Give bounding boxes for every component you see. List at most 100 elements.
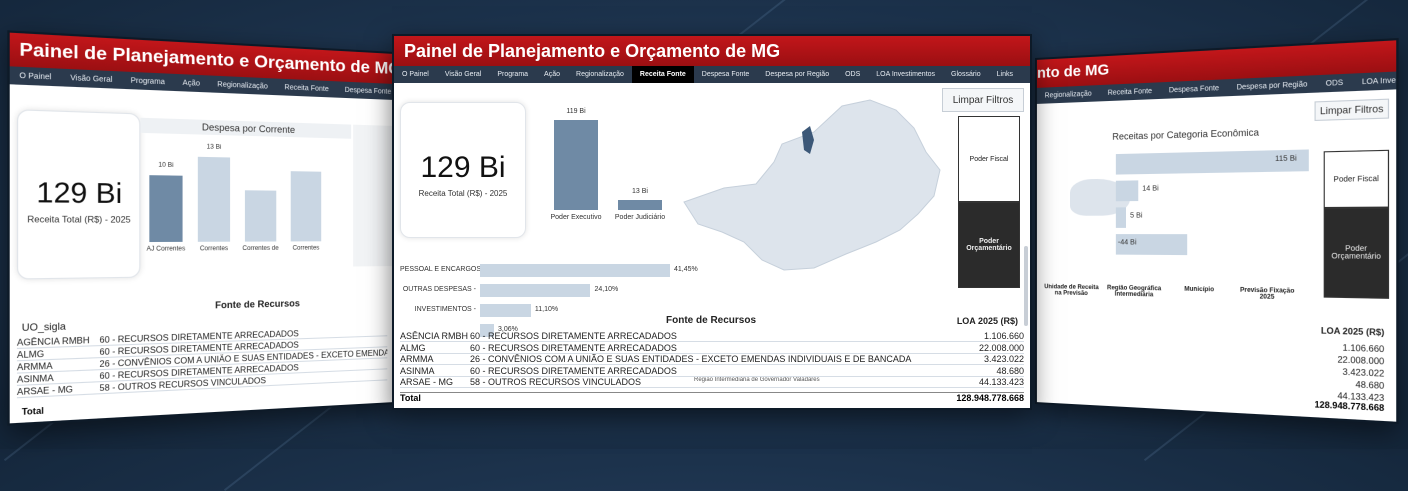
bar-label: Correntes de — [239, 246, 283, 253]
column-header: Região Geográfica Intermediária — [1102, 285, 1166, 309]
left-unit-col-header: UO_sigla — [22, 321, 66, 333]
table-cell-unit: ARSAE - MG — [400, 377, 470, 387]
slicer-poder-fiscal[interactable]: Poder Fiscal — [958, 116, 1020, 202]
bar-label: AJ Correntes — [143, 246, 189, 253]
nav-tab[interactable]: Glossário — [943, 66, 989, 83]
nav-tab[interactable]: Despesa por Região — [757, 66, 837, 83]
table-cell-unit: ASÊNCIA RMBH — [400, 331, 470, 341]
power-bar[interactable] — [554, 120, 598, 210]
bar[interactable] — [245, 190, 276, 242]
mg-state-shape — [684, 100, 940, 270]
slicer-poder-orcamentario[interactable]: Poder Orçamentário — [958, 202, 1020, 288]
table-cell-value: 22.008.000 — [914, 343, 1024, 353]
column-header: Previsão Fixação 2025 — [1233, 287, 1302, 312]
bar-value: 14 Bi — [1142, 185, 1159, 192]
nav-tab[interactable]: Despesa Fonte — [694, 66, 757, 83]
table-cell-value: 3.423.022 — [914, 354, 1024, 364]
clear-filters-button[interactable]: Limpar Filtros — [942, 88, 1024, 112]
bar[interactable] — [1116, 207, 1126, 228]
nav-tab[interactable]: Links — [989, 66, 1021, 83]
scrollbar[interactable] — [1024, 246, 1028, 326]
nav-tab[interactable]: Ação — [536, 66, 568, 83]
nav-tab[interactable]: ODS — [837, 66, 868, 83]
left-side-list — [353, 125, 392, 267]
center-dashboard-panel: Painel de Planejamento e Orçamento de MG… — [392, 34, 1032, 410]
power-bar[interactable] — [618, 200, 662, 210]
nav-tab[interactable]: Despesa por Região — [1228, 75, 1317, 96]
category-bar-label: INVESTIMENTOS - — [400, 306, 476, 313]
bar-label: Correntes — [285, 245, 328, 251]
table-cell-fonte: 60 - RECURSOS DIRETAMENTE ARRECADADOS — [470, 343, 914, 353]
nav-tab[interactable]: Ação — [174, 74, 209, 93]
category-bar-label: PESSOAL E ENCARGOS - — [400, 266, 476, 273]
bar[interactable] — [149, 176, 182, 242]
category-bar-value: 24,10% — [594, 286, 618, 293]
nav-tab[interactable]: Receita Fonte — [632, 66, 694, 83]
category-bar-label: OUTRAS DESPESAS - — [400, 286, 476, 293]
fonte-recursos-table: ASÊNCIA RMBH60 - RECURSOS DIRETAMENTE AR… — [394, 331, 1030, 391]
right-slicer-orcamentario[interactable]: Poder Orçamentário — [1324, 208, 1389, 299]
nav-tab[interactable]: Programa — [489, 66, 536, 83]
left-table-title: Fonte de Recursos — [215, 298, 300, 310]
table-total-row: Total 128.948.778.668 — [400, 392, 1024, 403]
category-bar[interactable] — [480, 264, 670, 277]
table-row[interactable]: ALMG60 - RECURSOS DIRETAMENTE ARRECADADO… — [400, 343, 1024, 354]
nav-tab[interactable]: O Painel — [10, 66, 61, 86]
nav-tab[interactable]: Regionalização — [1037, 85, 1100, 104]
bar-value: -44 Bi — [1118, 239, 1137, 246]
nav-tab[interactable]: Receita Fonte — [276, 79, 337, 98]
table-total-value: 128.948.778.668 — [894, 393, 1024, 403]
power-bar-label: Poder Executivo — [546, 214, 606, 221]
nav-tab[interactable]: Visão Geral — [437, 66, 489, 83]
nav-tab[interactable]: LOA Investimentos — [868, 66, 943, 83]
category-bar[interactable] — [480, 284, 590, 297]
bar[interactable] — [291, 171, 321, 241]
category-bar[interactable] — [480, 304, 531, 317]
column-header: Município — [1166, 286, 1233, 311]
right-bar-chart: 115 Bi14 Bi5 Bi-44 Bi — [1116, 149, 1320, 269]
right-slicer-fiscal[interactable]: Poder Fiscal — [1324, 150, 1389, 208]
table-cell-unit: ASINMA — [400, 366, 470, 376]
nav-tab[interactable]: Regionalização — [568, 66, 632, 83]
nav-tab[interactable]: Despesa Fonte — [1160, 79, 1227, 99]
nav-tab[interactable]: O Painel — [394, 66, 437, 83]
right-value-col-header: LOA 2025 (R$) — [1321, 326, 1384, 338]
table-cell-value: 48.680 — [914, 366, 1024, 376]
right-chart-title: Receitas por Categoria Econômica — [1082, 126, 1293, 143]
right-total-value: 128.948.778.668 — [1314, 400, 1384, 413]
power-bar-label: Poder Judiciário — [610, 214, 670, 221]
table-row[interactable]: ASÊNCIA RMBH60 - RECURSOS DIRETAMENTE AR… — [400, 331, 1024, 342]
table-row[interactable]: ARMMA26 - CONVÊNIOS COM A UNIÃO E SUAS E… — [400, 354, 1024, 365]
table-cell-value: 44.133.423 — [914, 377, 1024, 387]
table-row[interactable]: ASINMA60 - RECURSOS DIRETAMENTE ARRECADA… — [400, 366, 1024, 377]
table-cell-unit: ARMMA — [400, 354, 470, 364]
nav-tab[interactable]: Receita Fonte — [1100, 82, 1161, 101]
nav-tab[interactable]: Despesa Fonte — [337, 81, 393, 100]
bar-value — [291, 159, 321, 160]
nav-tab[interactable]: LOA Investimentos — [1353, 72, 1397, 92]
center-panel-title: Painel de Planejamento e Orçamento de MG — [394, 36, 1030, 66]
table-cell-fonte: 60 - RECURSOS DIRETAMENTE ARRECADADOS — [470, 366, 914, 376]
table-cell-fonte: 26 - CONVÊNIOS COM A UNIÃO E SUAS ENTIDA… — [470, 354, 914, 364]
nav-tab[interactable]: Programa — [122, 71, 174, 91]
nav-tab[interactable]: Regionalização — [209, 75, 277, 95]
table-cell-unit: ARSAE - MG — [17, 383, 99, 397]
table-cell-unit: ALMG — [400, 343, 470, 353]
table-row[interactable]: ARSAE - MG58 - OUTROS RECURSOS VINCULADO… — [400, 377, 1024, 388]
table-cell-fonte: 58 - OUTROS RECURSOS VINCULADOS — [470, 377, 914, 387]
left-table: AGÊNCIA RMBH60 - RECURSOS DIRETAMENTE AR… — [10, 326, 393, 405]
mg-region-map[interactable] — [664, 92, 964, 282]
right-table-header: Unidade de Receita na PrevisãoRegião Geo… — [1041, 284, 1302, 312]
left-dashboard-panel: Painel de Planejamento e Orçamento de MG… — [7, 30, 395, 425]
table-cell-unit: ASINMA — [17, 371, 99, 385]
nav-tab[interactable]: ODS — [1317, 74, 1353, 93]
right-clear-filters-button[interactable]: Limpar Filtros — [1315, 99, 1390, 121]
table-cell-unit: ARMMA — [17, 359, 99, 372]
center-kpi-card: 129 Bi Receita Total (R$) - 2025 — [400, 102, 526, 238]
bar[interactable] — [1116, 180, 1138, 201]
bar-value: 5 Bi — [1130, 212, 1142, 219]
bar-label: Correntes — [191, 246, 236, 253]
bar[interactable] — [198, 157, 230, 242]
center-kpi-label: Receita Total (R$) - 2025 — [401, 189, 525, 198]
nav-tab[interactable]: Visão Geral — [61, 69, 122, 89]
